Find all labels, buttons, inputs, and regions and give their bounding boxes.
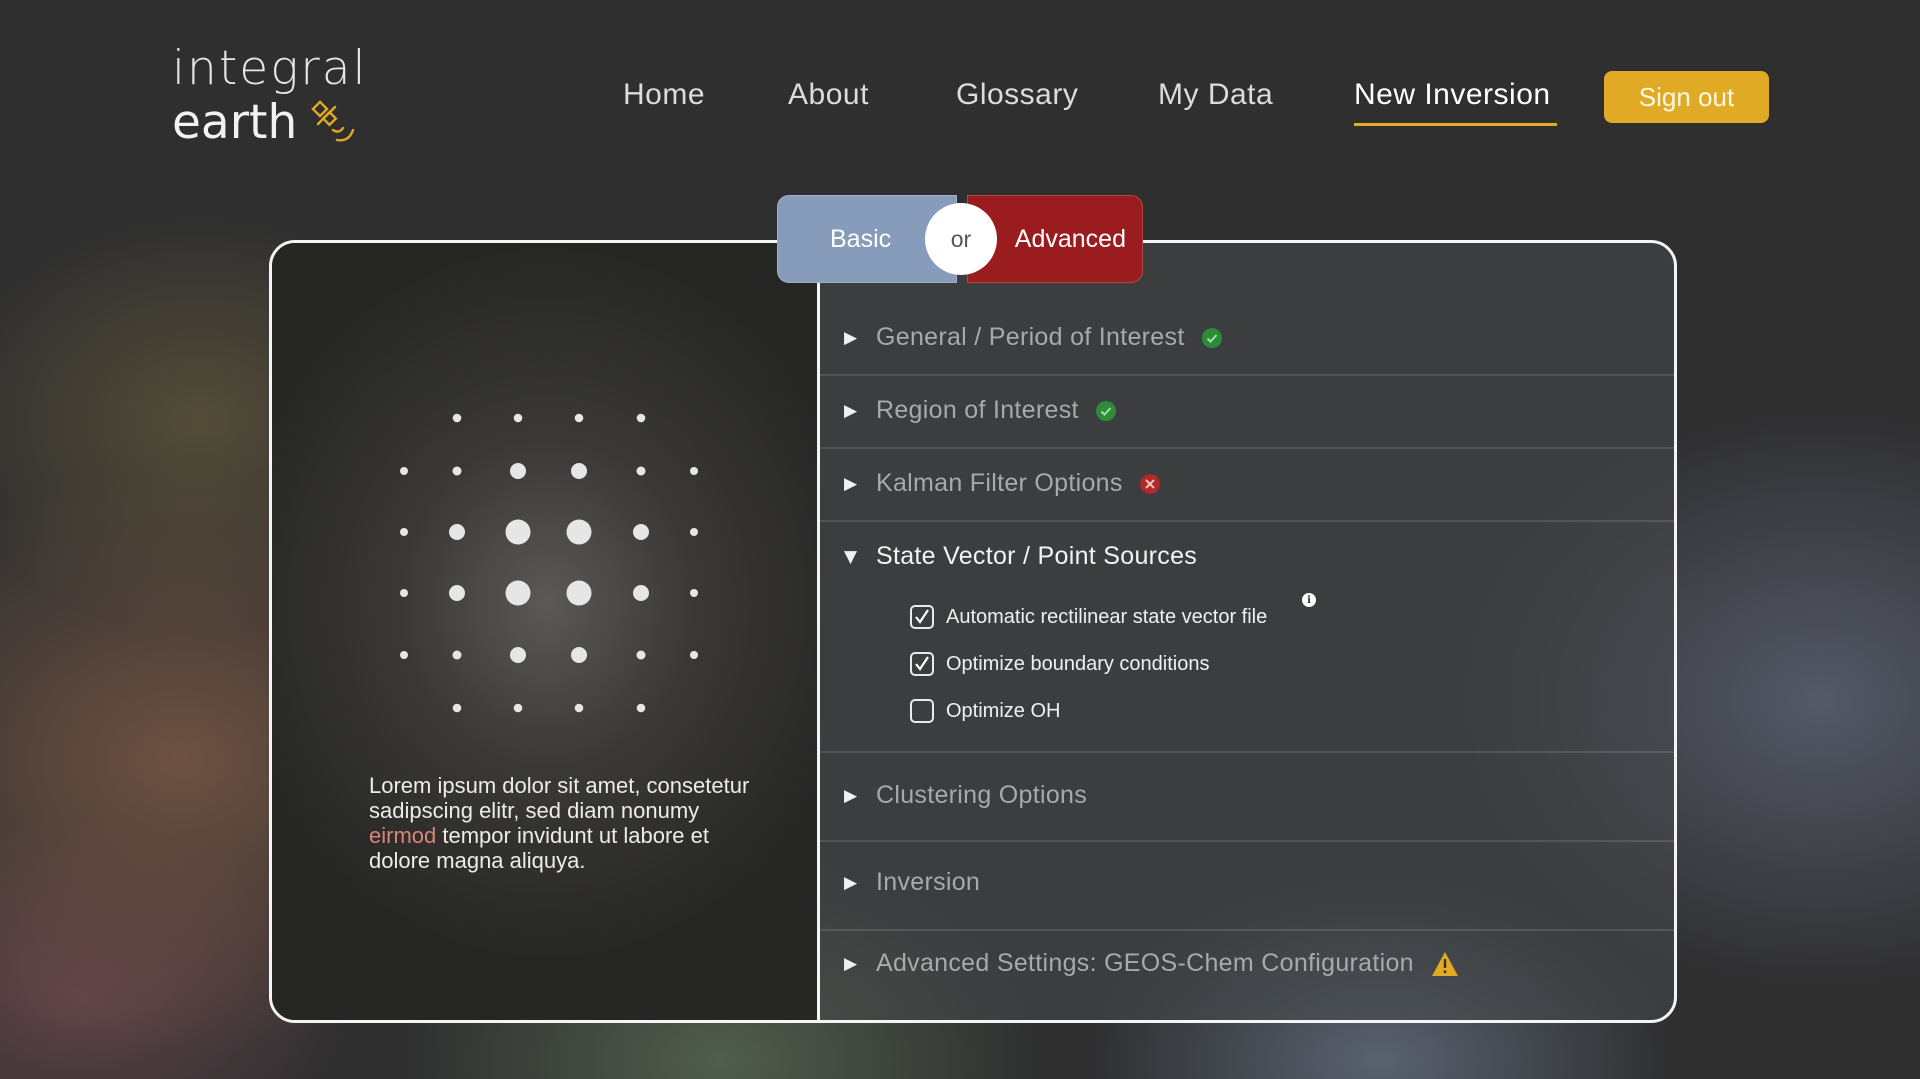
triangle-right-icon: ▶ [844,327,858,348]
mode-toggle-or: or [925,203,997,275]
sign-out-button[interactable]: Sign out [1604,71,1769,123]
info-icon[interactable]: i [1302,593,1316,607]
section-title: Kalman Filter Options [876,469,1123,497]
checkbox-oh[interactable] [910,699,934,723]
section-advanced-settings[interactable]: ▶ Advanced Settings: GEOS-Chem Configura… [820,931,1674,1020]
grid-dot [452,466,462,476]
grid-dot [690,467,698,475]
grid-dot [633,524,649,540]
grid-dot [566,519,592,545]
section-title: State Vector / Point Sources [876,542,1198,570]
checkmark-icon [915,609,929,624]
section-state-vector-header[interactable]: ▼ State Vector / Point Sources [844,542,1197,571]
satellite-icon [311,100,355,142]
check-circle-icon [1201,327,1222,348]
section-region[interactable]: ▶ Region of Interest [820,376,1674,449]
checkbox-rectilinear[interactable] [910,605,934,629]
nav-glossary[interactable]: Glossary [956,78,1078,112]
grid-dot [571,463,587,479]
check-circle-icon [1095,400,1116,421]
logo-line1: integral [172,41,368,96]
checkbox-boundary[interactable] [910,652,934,676]
nav-active-underline [1354,123,1557,126]
grid-dot [566,580,592,606]
grid-dot [513,703,523,713]
description-highlight: eirmod [369,823,437,848]
triangle-right-icon: ▶ [844,473,858,494]
section-clustering[interactable]: ▶ Clustering Options [820,753,1674,842]
nav-home[interactable]: Home [623,78,705,112]
grid-dot [505,580,531,606]
section-state-vector: ▼ State Vector / Point Sources Automatic… [820,522,1674,753]
grid-dot [690,651,698,659]
mode-toggle: Basic Advanced or [777,195,1143,283]
options-accordion: ▶ General / Period of Interest ▶ Region … [820,243,1674,1020]
grid-dot [400,528,408,536]
triangle-down-icon: ▼ [844,546,858,567]
grid-dot [400,589,408,597]
warning-triangle-icon [1431,951,1458,976]
checkmark-icon [915,656,929,671]
grid-dot [400,467,408,475]
logo-line2: earth [172,95,298,150]
section-title: General / Period of Interest [876,323,1185,351]
grid-dot [574,413,584,423]
grid-dot [574,703,584,713]
triangle-right-icon: ▶ [844,872,858,893]
grid-dot [510,647,526,663]
section-title: Inversion [876,868,981,896]
grid-dot [571,647,587,663]
grid-dot [513,413,523,423]
section-title: Region of Interest [876,396,1079,424]
triangle-right-icon: ▶ [844,400,858,421]
option-boundary: Optimize boundary conditions [910,652,1209,676]
section-title: Clustering Options [876,781,1088,809]
triangle-right-icon: ▶ [844,785,858,806]
grid-dot [636,650,646,660]
section-kalman[interactable]: ▶ Kalman Filter Options [820,449,1674,522]
grid-dot [636,703,646,713]
grid-dot [690,589,698,597]
nav-about[interactable]: About [788,78,869,112]
triangle-right-icon: ▶ [844,953,858,974]
grid-dot [452,650,462,660]
info-pane: Lorem ipsum dolor sit amet, consetetur s… [272,243,817,1020]
grid-dot [633,585,649,601]
x-circle-icon [1139,473,1160,494]
grid-dot [400,651,408,659]
nav-my-data[interactable]: My Data [1158,78,1273,112]
grid-dot [510,463,526,479]
grid-dot [452,413,462,423]
option-oh: Optimize OH [910,699,1060,723]
option-rectilinear: Automatic rectilinear state vector file [910,605,1267,629]
grid-dot [449,524,465,540]
logo[interactable]: integral earth [172,42,368,150]
nav-new-inversion[interactable]: New Inversion [1354,78,1551,112]
section-title: Advanced Settings: GEOS-Chem Configurati… [876,949,1414,977]
section-inversion[interactable]: ▶ Inversion [820,842,1674,931]
inversion-card: Lorem ipsum dolor sit amet, consetetur s… [269,240,1677,1023]
grid-dot [449,585,465,601]
grid-dot [636,466,646,476]
grid-dot [505,519,531,545]
grid-dot [690,528,698,536]
description-text: Lorem ipsum dolor sit amet, consetetur s… [369,773,750,873]
grid-dot [636,413,646,423]
grid-dot [452,703,462,713]
